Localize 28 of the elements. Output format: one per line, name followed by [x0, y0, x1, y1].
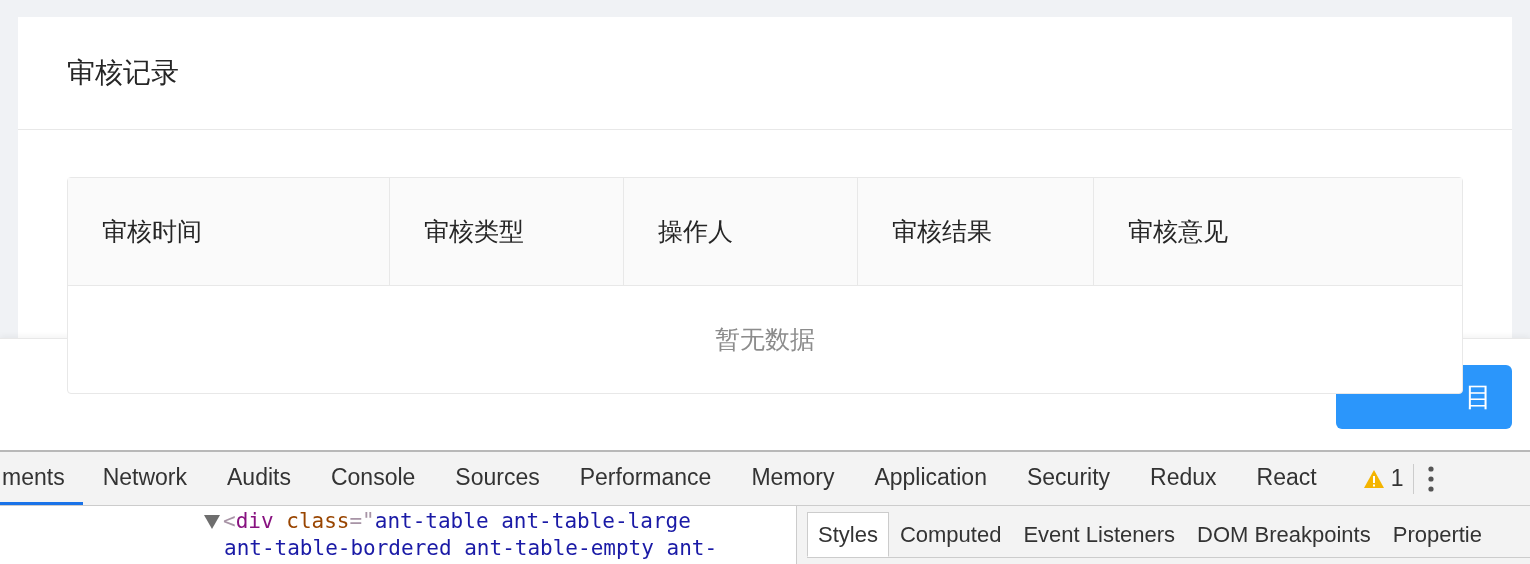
devtools-tab[interactable]: Security: [1006, 452, 1131, 505]
devtools-tab[interactable]: Console: [310, 452, 436, 505]
sidebar-tab[interactable]: Propertie: [1381, 512, 1493, 557]
sidebar-tab[interactable]: DOM Breakpoints: [1186, 512, 1382, 557]
warning-count: 1: [1390, 464, 1404, 494]
devtools-tab[interactable]: Redux: [1130, 452, 1237, 505]
expand-triangle-icon[interactable]: [204, 515, 220, 529]
column-header: 审核类型: [390, 178, 624, 285]
column-header: 审核结果: [858, 178, 1094, 285]
code-text: <div class="ant-table ant-table-large: [223, 509, 691, 533]
empty-text: 暂无数据: [715, 323, 815, 355]
column-header: 操作人: [624, 178, 858, 285]
devtools-tab[interactable]: Audits: [207, 452, 311, 505]
sidebar-tab[interactable]: Event Listeners: [1012, 512, 1187, 557]
devtools-tab[interactable]: Application: [854, 452, 1007, 505]
column-header: 审核意见: [1127, 215, 1229, 247]
column-header: 审核时间: [68, 178, 390, 285]
sidebar-tab[interactable]: Computed: [888, 512, 1013, 557]
devtools-tab[interactable]: Performance: [559, 452, 732, 505]
devtools-tab[interactable]: Sources: [435, 452, 560, 505]
devtools-tab[interactable]: Memory: [731, 452, 855, 505]
code-line: ant-table-bordered ant-table-empty ant-: [224, 535, 719, 562]
devtools-tab[interactable]: Network: [82, 452, 207, 505]
more-menu-icon[interactable]: [1428, 465, 1435, 492]
devtools-tab[interactable]: ments: [0, 452, 83, 505]
sidebar-tab[interactable]: Styles: [807, 512, 889, 557]
card-title: 审核记录: [67, 56, 179, 90]
devtools-tab[interactable]: React: [1236, 452, 1337, 505]
